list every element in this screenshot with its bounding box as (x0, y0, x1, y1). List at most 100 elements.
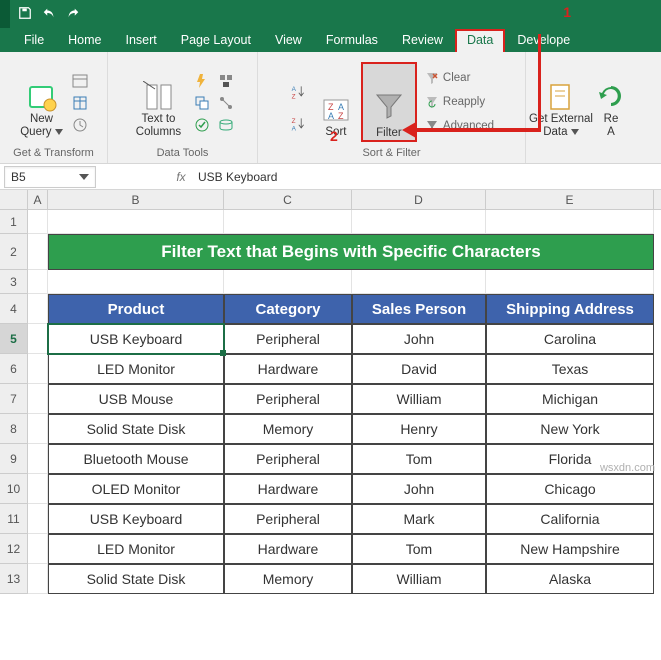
cell[interactable] (28, 270, 48, 294)
fx-icon[interactable]: fx (170, 170, 192, 184)
cell[interactable]: David (352, 354, 486, 384)
cell[interactable] (48, 210, 224, 234)
cell[interactable]: William (352, 384, 486, 414)
cell[interactable]: Solid State Disk (48, 414, 224, 444)
cell[interactable]: Memory (224, 564, 352, 594)
select-all-corner[interactable] (0, 190, 28, 210)
sort-asc-icon[interactable]: AZ (285, 79, 311, 105)
manage-data-model-icon[interactable] (216, 115, 236, 135)
cell[interactable]: John (352, 324, 486, 354)
row-header[interactable]: 1 (0, 210, 28, 234)
tab-view[interactable]: View (263, 29, 314, 52)
row-header[interactable]: 11 (0, 504, 28, 534)
tab-data[interactable]: Data (455, 29, 505, 52)
name-box[interactable]: B5 (4, 166, 96, 188)
col-header-a[interactable]: A (28, 190, 48, 209)
cell[interactable] (28, 414, 48, 444)
show-queries-icon[interactable] (70, 71, 90, 91)
reapply-filter-button[interactable]: Reapply (421, 91, 498, 113)
cell[interactable] (28, 234, 48, 270)
cell[interactable]: Hardware (224, 354, 352, 384)
cell[interactable] (48, 270, 224, 294)
row-header[interactable]: 8 (0, 414, 28, 444)
col-header-d[interactable]: D (352, 190, 486, 209)
cell[interactable]: Peripheral (224, 384, 352, 414)
tab-page-layout[interactable]: Page Layout (169, 29, 263, 52)
cell[interactable]: Michigan (486, 384, 654, 414)
cell[interactable]: LED Monitor (48, 534, 224, 564)
header-sales-person[interactable]: Sales Person (352, 294, 486, 324)
cell[interactable]: LED Monitor (48, 354, 224, 384)
cell[interactable]: Henry (352, 414, 486, 444)
cell[interactable]: Bluetooth Mouse (48, 444, 224, 474)
cell[interactable] (486, 270, 654, 294)
cell[interactable] (28, 474, 48, 504)
header-category[interactable]: Category (224, 294, 352, 324)
new-query-button[interactable]: New Query (18, 63, 66, 141)
cell[interactable] (486, 210, 654, 234)
row-header[interactable]: 3 (0, 270, 28, 294)
tab-review[interactable]: Review (390, 29, 455, 52)
data-validation-icon[interactable] (192, 115, 212, 135)
col-header-c[interactable]: C (224, 190, 352, 209)
cell[interactable] (28, 294, 48, 324)
relationships-icon[interactable] (216, 93, 236, 113)
cell[interactable]: Peripheral (224, 504, 352, 534)
consolidate-icon[interactable] (216, 71, 236, 91)
sort-desc-icon[interactable]: ZA (285, 111, 311, 137)
tab-formulas[interactable]: Formulas (314, 29, 390, 52)
row-header[interactable]: 9 (0, 444, 28, 474)
flash-fill-icon[interactable] (192, 71, 212, 91)
cell[interactable]: Mark (352, 504, 486, 534)
clear-filter-button[interactable]: Clear (421, 67, 498, 89)
cell[interactable]: Peripheral (224, 444, 352, 474)
cell[interactable]: Tom (352, 444, 486, 474)
advanced-filter-button[interactable]: Advanced (421, 115, 498, 137)
recent-sources-icon[interactable] (70, 115, 90, 135)
row-header[interactable]: 6 (0, 354, 28, 384)
cell[interactable]: Alaska (486, 564, 654, 594)
cell[interactable]: Hardware (224, 474, 352, 504)
cell[interactable]: New Hampshire (486, 534, 654, 564)
cell[interactable] (28, 324, 48, 354)
cell[interactable] (28, 564, 48, 594)
header-product[interactable]: Product (48, 294, 224, 324)
row-header[interactable]: 10 (0, 474, 28, 504)
tab-insert[interactable]: Insert (114, 29, 169, 52)
cell[interactable]: Chicago (486, 474, 654, 504)
cell[interactable]: Hardware (224, 534, 352, 564)
cell[interactable]: USB Keyboard (48, 324, 224, 354)
row-header[interactable]: 2 (0, 234, 28, 270)
redo-icon[interactable] (66, 6, 80, 23)
row-header[interactable]: 12 (0, 534, 28, 564)
cell[interactable]: Carolina (486, 324, 654, 354)
title-cell[interactable]: Filter Text that Begins with Specific Ch… (48, 234, 654, 270)
col-header-e[interactable]: E (486, 190, 654, 209)
tab-developer[interactable]: Develope (505, 29, 582, 52)
cell[interactable] (28, 504, 48, 534)
cell[interactable] (28, 534, 48, 564)
cell[interactable]: Memory (224, 414, 352, 444)
cell[interactable]: Solid State Disk (48, 564, 224, 594)
cell[interactable] (28, 444, 48, 474)
cell[interactable] (352, 210, 486, 234)
cell[interactable]: Peripheral (224, 324, 352, 354)
cell[interactable]: William (352, 564, 486, 594)
text-to-columns-button[interactable]: Text to Columns (130, 63, 188, 141)
cell[interactable]: Tom (352, 534, 486, 564)
tab-home[interactable]: Home (56, 29, 113, 52)
col-header-b[interactable]: B (48, 190, 224, 209)
cell[interactable]: USB Mouse (48, 384, 224, 414)
cell[interactable] (28, 354, 48, 384)
remove-duplicates-icon[interactable] (192, 93, 212, 113)
cell[interactable] (224, 210, 352, 234)
cell[interactable] (224, 270, 352, 294)
row-header[interactable]: 4 (0, 294, 28, 324)
header-shipping-address[interactable]: Shipping Address (486, 294, 654, 324)
row-header[interactable]: 13 (0, 564, 28, 594)
cell[interactable]: California (486, 504, 654, 534)
cell[interactable]: New York (486, 414, 654, 444)
cell[interactable] (28, 384, 48, 414)
row-header[interactable]: 5 (0, 324, 28, 354)
cell[interactable] (352, 270, 486, 294)
